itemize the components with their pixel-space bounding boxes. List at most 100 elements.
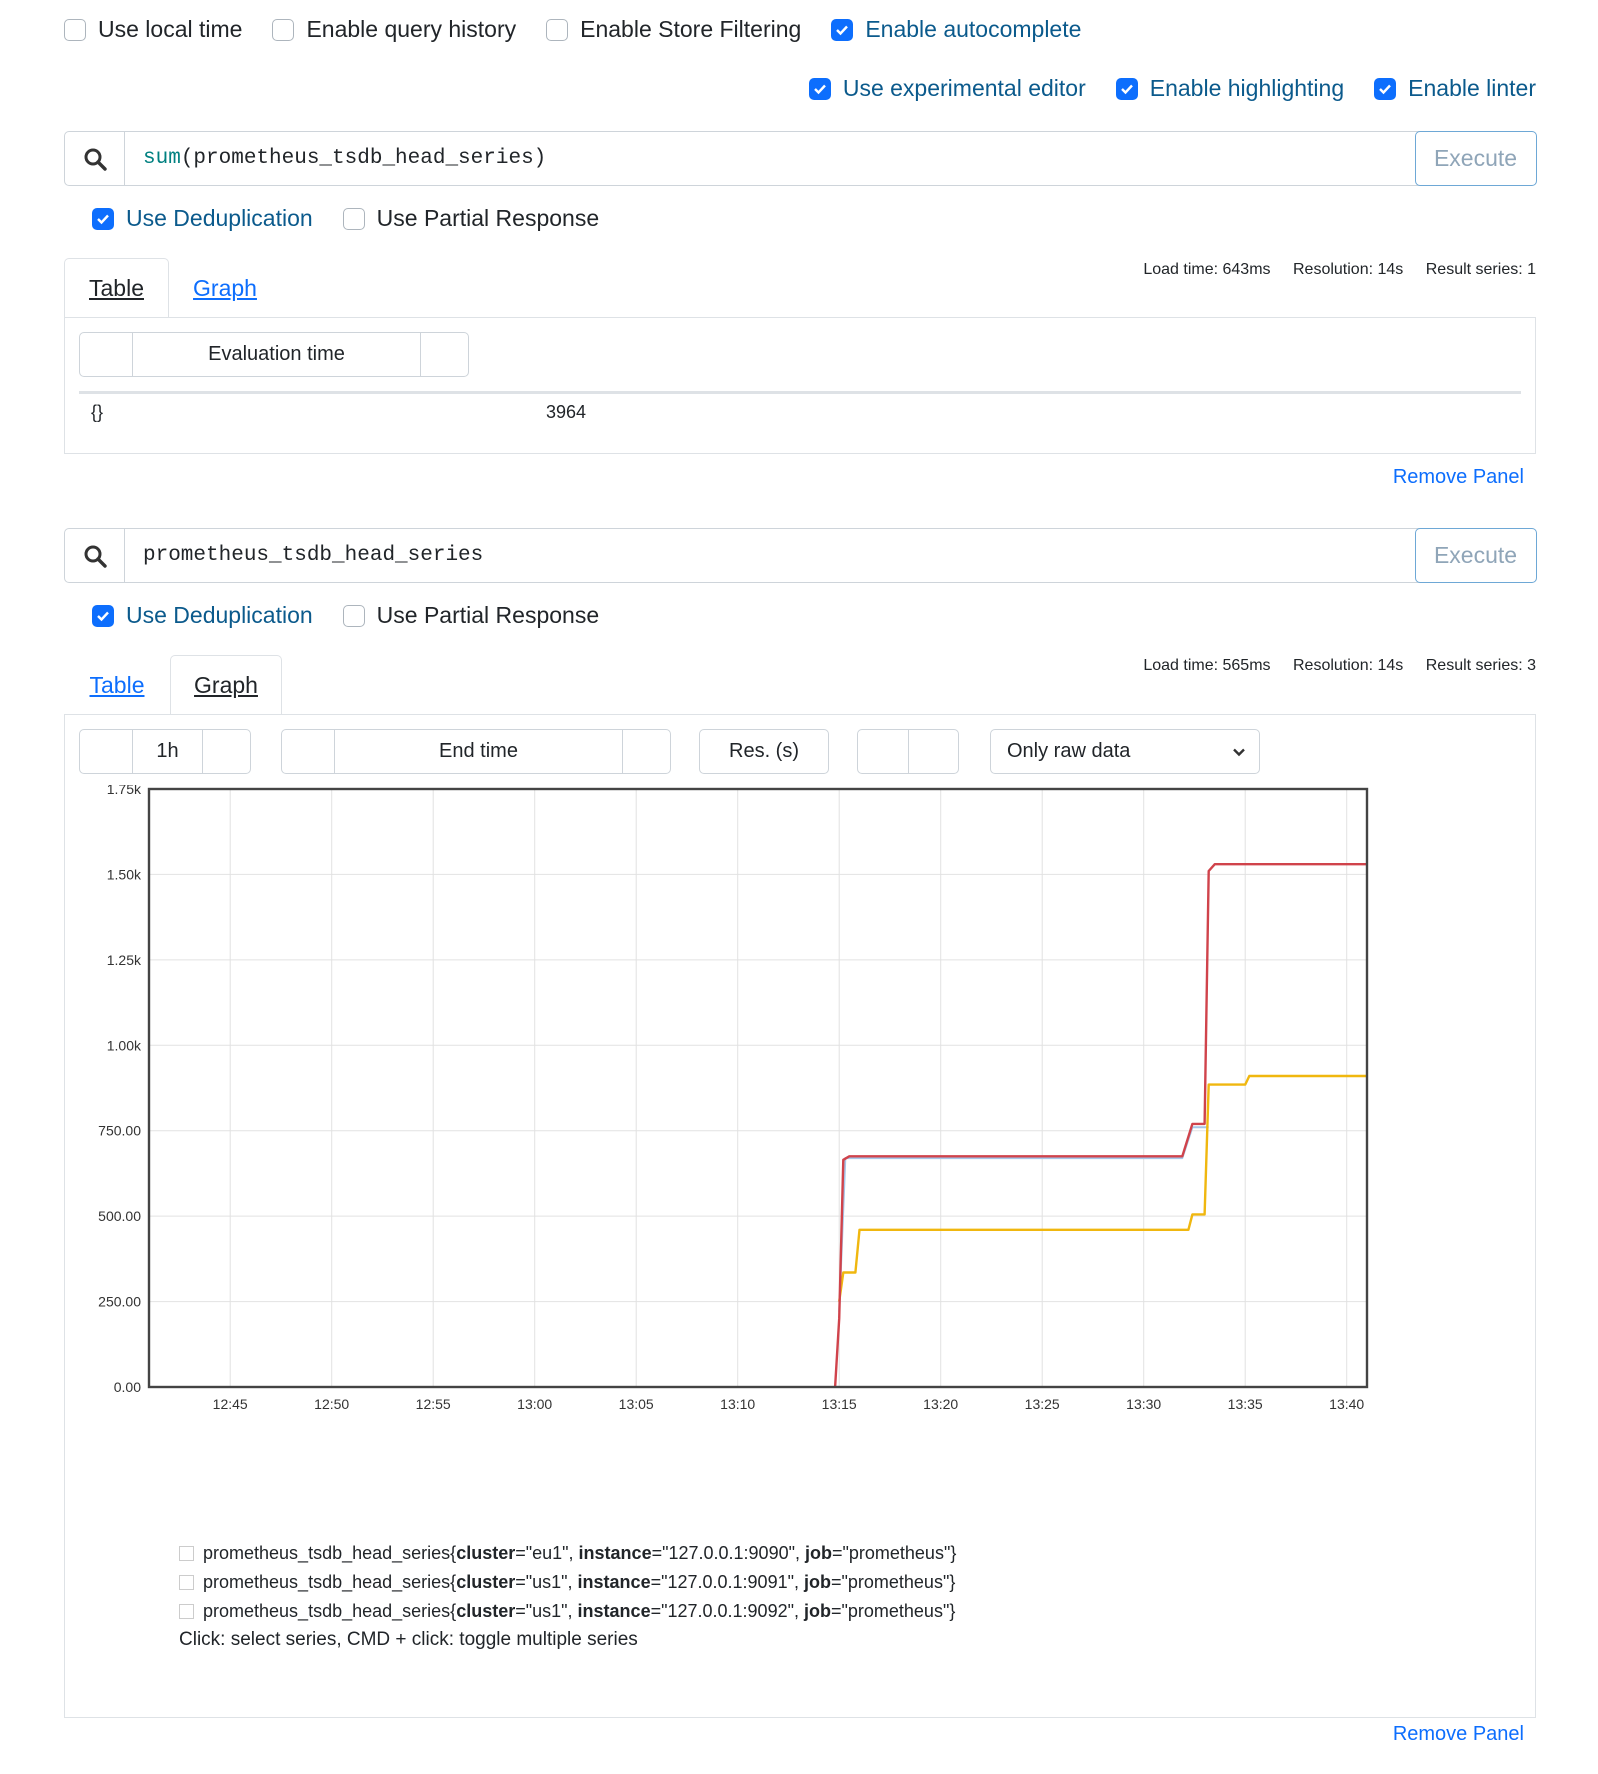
enable-store-filtering-checkbox[interactable] [546, 18, 569, 41]
use-experimental-editor-option[interactable]: Use experimental editor [808, 75, 1086, 102]
use-local-time-label: Use local time [98, 16, 243, 42]
downsampling-select[interactable]: Only raw data [990, 729, 1260, 774]
panel2-tabs: Table Graph [64, 655, 464, 715]
enable-linter-option[interactable]: Enable linter [1374, 75, 1536, 102]
panel2-stats: Load time: 565ms Resolution: 14s Result … [1125, 657, 1536, 675]
panel2-graph-pane: 1h End time Res. (s) Only raw data 0.00 2… [64, 714, 1536, 1718]
enable-autocomplete-option[interactable]: Enable autocomplete [831, 16, 1081, 43]
panel2-load-time: Load time: 565ms [1143, 657, 1271, 674]
enable-query-history-label: Enable query history [306, 16, 517, 42]
panel1-query-input[interactable]: sum (prometheus_tsdb_head_series) [143, 132, 546, 185]
chart-mode-group [857, 729, 959, 774]
panel2-dedup-checkbox[interactable] [92, 604, 114, 627]
enable-linter-checkbox[interactable] [1374, 77, 1397, 100]
panel2-tab-table[interactable]: Table [64, 655, 170, 715]
enable-linter-label: Enable linter [1408, 75, 1536, 101]
chart-stacked-button[interactable] [908, 730, 958, 773]
chart-unstacked-button[interactable] [858, 730, 908, 773]
x-tick-label: 12:55 [416, 1396, 451, 1412]
panel1-dedup-label: Use Deduplication [126, 205, 313, 231]
panel2-execute-button[interactable]: Execute [1414, 527, 1537, 583]
panel2-dedup-label: Use Deduplication [126, 602, 313, 628]
eval-time-back-button[interactable] [80, 333, 132, 376]
panel1-options: Use Deduplication Use Partial Response [92, 205, 599, 232]
y-tick-label: 1.00k [107, 1037, 142, 1053]
panel2-partial-label: Use Partial Response [376, 602, 600, 628]
y-tick-label: 0.00 [114, 1379, 141, 1395]
x-tick-label: 13:30 [1126, 1396, 1161, 1412]
y-tick-label: 250.00 [98, 1294, 141, 1310]
end-time-group: End time [281, 729, 671, 774]
enable-highlighting-option[interactable]: Enable highlighting [1115, 75, 1345, 102]
panel1-partial-option[interactable]: Use Partial Response [342, 205, 600, 232]
legend-label: prometheus_tsdb_head_series{cluster="us1… [203, 1572, 956, 1592]
enable-autocomplete-label: Enable autocomplete [865, 16, 1082, 42]
panel1-execute-button[interactable]: Execute [1414, 130, 1537, 186]
enable-highlighting-label: Enable highlighting [1149, 75, 1345, 101]
panel1-query-bar: sum (prometheus_tsdb_head_series) Execute [64, 130, 1537, 186]
legend-item[interactable]: prometheus_tsdb_head_series{cluster="us1… [179, 1572, 955, 1593]
panel1-dedup-checkbox[interactable] [92, 207, 114, 230]
x-tick-label: 13:20 [923, 1396, 958, 1412]
legend-item[interactable]: prometheus_tsdb_head_series{cluster="us1… [179, 1601, 955, 1622]
panel1-result-series: Result series: 1 [1425, 261, 1536, 278]
use-experimental-editor-checkbox[interactable] [808, 77, 831, 100]
resolution-input[interactable]: Res. (s) [699, 729, 829, 774]
panel2-query-bar: prometheus_tsdb_head_series Execute [64, 527, 1537, 583]
legend-label: prometheus_tsdb_head_series{cluster="us1… [203, 1601, 956, 1621]
x-tick-label: 13:15 [822, 1396, 857, 1412]
panel1-tab-table[interactable]: Table [64, 258, 169, 318]
legend-item[interactable]: prometheus_tsdb_head_series{cluster="eu1… [179, 1543, 956, 1564]
panel1-remove-button[interactable]: Remove Panel [1393, 466, 1524, 489]
legend-swatch [179, 1575, 194, 1590]
end-time-input[interactable]: End time [334, 730, 622, 773]
panel1-resolution: Resolution: 14s [1292, 261, 1404, 278]
x-tick-label: 13:05 [619, 1396, 654, 1412]
range-increase-button[interactable] [202, 730, 250, 773]
result-value: 3964 [546, 402, 587, 422]
chevron-down-icon [1231, 743, 1247, 766]
use-local-time-checkbox[interactable] [64, 18, 86, 41]
enable-highlighting-checkbox[interactable] [1115, 77, 1138, 100]
panel1-partial-checkbox[interactable] [342, 207, 365, 230]
settings-row-2: Use experimental editor Enable highlight… [808, 75, 1536, 102]
enable-store-filtering-option[interactable]: Enable Store Filtering [546, 16, 801, 43]
end-time-forward-button[interactable] [622, 730, 670, 773]
end-time-back-button[interactable] [282, 730, 334, 773]
x-tick-label: 12:50 [314, 1396, 349, 1412]
y-tick-label: 1.75k [107, 785, 142, 797]
range-decrease-button[interactable] [80, 730, 132, 773]
panel1-stats: Load time: 643ms Resolution: 14s Result … [1125, 261, 1536, 279]
panel2-resolution: Resolution: 14s [1292, 657, 1404, 674]
query-function-token: sum [143, 147, 181, 170]
panel1-tab-graph[interactable]: Graph [169, 258, 281, 318]
enable-query-history-option[interactable]: Enable query history [272, 16, 516, 43]
panel2-tab-graph[interactable]: Graph [170, 655, 282, 715]
use-local-time-option[interactable]: Use local time [64, 16, 242, 43]
x-tick-label: 13:00 [517, 1396, 552, 1412]
y-tick-label: 750.00 [98, 1123, 141, 1139]
enable-autocomplete-checkbox[interactable] [831, 18, 854, 41]
panel1-partial-label: Use Partial Response [376, 205, 600, 231]
legend-label: prometheus_tsdb_head_series{cluster="eu1… [203, 1543, 957, 1563]
panel2-partial-option[interactable]: Use Partial Response [342, 602, 600, 629]
x-tick-label: 13:40 [1329, 1396, 1364, 1412]
range-input[interactable]: 1h [132, 730, 202, 773]
y-tick-label: 1.25k [107, 952, 142, 968]
panel1-table-pane: Evaluation time {} 3964 [64, 317, 1536, 454]
panel2-remove-button[interactable]: Remove Panel [1393, 1723, 1524, 1746]
panel2-partial-checkbox[interactable] [342, 604, 365, 627]
panel1-tabs: Table Graph [64, 258, 464, 318]
panel2-dedup-option[interactable]: Use Deduplication [92, 602, 313, 629]
x-tick-label: 13:25 [1025, 1396, 1060, 1412]
result-labels: {} [91, 402, 104, 422]
time-series-chart[interactable]: 0.00 250.00 500.00 750.00 1.00k 1.25k 1.50k 1.7… [65, 785, 1535, 1495]
panel1-dedup-option[interactable]: Use Deduplication [92, 205, 313, 232]
x-tick-label: 13:35 [1228, 1396, 1263, 1412]
downsampling-value: Only raw data [1007, 740, 1131, 762]
eval-time-forward-button[interactable] [420, 333, 468, 376]
eval-time-input[interactable]: Evaluation time [132, 333, 420, 376]
enable-query-history-checkbox[interactable] [272, 18, 295, 41]
y-tick-label: 500.00 [98, 1208, 141, 1224]
panel2-query-input[interactable]: prometheus_tsdb_head_series [143, 529, 483, 582]
